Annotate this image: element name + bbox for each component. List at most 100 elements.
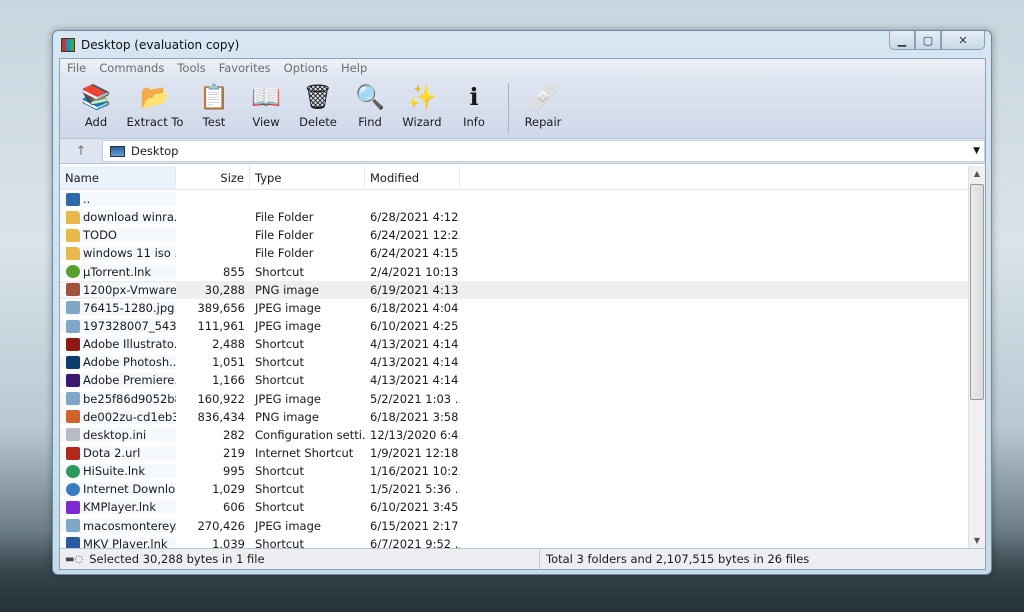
up-arrow-button[interactable]: ↑ (60, 144, 102, 159)
ini-icon (66, 428, 80, 442)
file-row[interactable]: Internet Downlo... 1,029 Shortcut 1/5/20… (60, 480, 985, 498)
file-type: JPEG image (255, 300, 321, 315)
file-row[interactable]: HiSuite.lnk 995 Shortcut 1/16/2021 10:2.… (60, 462, 985, 480)
delete-button[interactable]: 🗑 Delete (294, 77, 342, 129)
close-button[interactable]: ✕ (941, 31, 985, 50)
file-size: 606 (223, 500, 245, 515)
window-title: Desktop (evaluation copy) (81, 38, 240, 52)
file-size: 995 (223, 464, 245, 479)
file-size: 160,922 (197, 391, 245, 406)
scrollbar-thumb[interactable] (970, 184, 984, 400)
file-size: 2,488 (212, 337, 245, 352)
status-total: Total 3 folders and 2,107,515 bytes in 2… (546, 552, 810, 566)
trash-icon: 🗑 (302, 83, 334, 111)
column-type[interactable]: Type (250, 166, 365, 189)
file-type: File Folder (255, 228, 314, 243)
file-modified: 6/28/2021 4:12 ... (370, 210, 460, 225)
file-row[interactable]: KMPlayer.lnk 606 Shortcut 6/10/2021 3:45… (60, 498, 985, 516)
menu-tools[interactable]: Tools (177, 61, 205, 75)
extract-folder-icon: 📂 (140, 83, 170, 111)
file-type: Shortcut (255, 482, 304, 497)
repair-icon: 🩹 (528, 83, 558, 111)
file-type: JPEG image (255, 319, 321, 334)
button-label: Delete (299, 115, 337, 129)
file-name: be25f86d9052b8... (83, 391, 176, 406)
file-type: PNG image (255, 409, 319, 424)
file-row[interactable]: desktop.ini 282 Configuration setti... 1… (60, 426, 985, 444)
button-label: Wizard (402, 115, 442, 129)
file-row[interactable]: Dota 2.url 219 Internet Shortcut 1/9/202… (60, 444, 985, 462)
menu-bar: File Commands Tools Favorites Options Help (60, 59, 985, 77)
scroll-up-arrow[interactable]: ▲ (969, 169, 985, 178)
file-row[interactable]: be25f86d9052b8... 160,922 JPEG image 5/2… (60, 390, 985, 408)
file-row[interactable]: .. (60, 190, 985, 208)
extract-to-button[interactable]: 📂 Extract To (124, 77, 186, 129)
add-button[interactable]: 📚 Add (72, 77, 120, 129)
maximize-button[interactable]: ▢ (915, 31, 941, 50)
menu-help[interactable]: Help (341, 61, 367, 75)
file-modified: 1/16/2021 10:2... (370, 464, 460, 479)
hisuite-icon (66, 464, 80, 478)
wizard-button[interactable]: ✨ Wizard (398, 77, 446, 129)
file-row[interactable]: 1200px-Vmware... 30,288 PNG image 6/19/2… (60, 280, 985, 299)
menu-options[interactable]: Options (284, 61, 328, 75)
view-button[interactable]: 📖 View (242, 77, 290, 129)
file-name: Adobe Premiere... (83, 373, 176, 388)
menu-commands[interactable]: Commands (99, 61, 164, 75)
find-button[interactable]: 🔍 Find (346, 77, 394, 129)
folder-icon (66, 228, 80, 242)
file-row[interactable]: TODO File Folder 6/24/2021 12:2... (60, 226, 985, 244)
file-modified: 6/15/2021 2:17 ... (370, 518, 460, 533)
file-name: 1200px-Vmware... (83, 282, 176, 297)
file-row[interactable]: Adobe Premiere... 1,166 Shortcut 4/13/20… (60, 371, 985, 389)
test-button[interactable]: 📋 Test (190, 77, 238, 129)
file-type: Shortcut (255, 500, 304, 515)
info-button[interactable]: ℹ Info (450, 77, 498, 129)
column-size[interactable]: Size (176, 166, 250, 189)
file-modified: 4/13/2021 4:14 ... (370, 373, 460, 388)
file-row[interactable]: Adobe Photosh... 1,051 Shortcut 4/13/202… (60, 353, 985, 371)
scroll-down-arrow[interactable]: ▼ (969, 536, 985, 545)
file-type: Shortcut (255, 264, 304, 279)
file-row[interactable]: download winra... File Folder 6/28/2021 … (60, 208, 985, 226)
mkv-icon (66, 537, 80, 548)
file-size: 389,656 (197, 300, 245, 315)
file-modified: 4/13/2021 4:14 ... (370, 355, 460, 370)
minimize-button[interactable]: ▁ (889, 31, 915, 50)
toolbar: 📚 Add 📂 Extract To 📋 Test 📖 View 🗑 Delete 🔍 Find ✨ Wi… (60, 77, 985, 139)
file-type: File Folder (255, 246, 314, 261)
file-row[interactable]: windows 11 iso ... File Folder 6/24/2021… (60, 244, 985, 262)
dropdown-arrow-icon[interactable]: ▼ (973, 146, 980, 156)
file-name: windows 11 iso ... (83, 246, 176, 261)
file-type: PNG image (255, 282, 319, 297)
button-label: Test (202, 115, 226, 129)
column-modified[interactable]: Modified (365, 166, 460, 189)
file-size: 219 (223, 446, 245, 461)
utorrent-icon (66, 265, 80, 279)
file-type: File Folder (255, 210, 314, 225)
jpeg-icon (66, 519, 80, 533)
repair-button[interactable]: 🩹 Repair (519, 77, 567, 129)
file-row[interactable]: µTorrent.lnk 855 Shortcut 2/4/2021 10:13… (60, 263, 985, 281)
file-row[interactable]: 76415-1280.jpg 389,656 JPEG image 6/18/2… (60, 299, 985, 317)
path-combobox[interactable]: Desktop ▼ (102, 140, 985, 162)
magic-wand-icon: ✨ (407, 83, 437, 111)
vertical-scrollbar[interactable]: ▲ ▼ (968, 166, 985, 548)
button-label: Repair (524, 115, 562, 129)
menu-favorites[interactable]: Favorites (219, 61, 271, 75)
file-name: .. (83, 192, 91, 207)
file-row[interactable]: Adobe Illustrato... 2,488 Shortcut 4/13/… (60, 335, 985, 353)
file-row[interactable]: macosmonterey... 270,426 JPEG image 6/15… (60, 517, 985, 535)
drive-key-icon: ▬◌ (65, 553, 84, 565)
file-modified: 6/18/2021 4:04 ... (370, 300, 460, 315)
folder-icon (66, 246, 80, 260)
column-name[interactable]: Name (60, 166, 176, 189)
file-row[interactable]: de002zu-cd1eb3... 836,434 PNG image 6/18… (60, 408, 985, 426)
file-type: Shortcut (255, 373, 304, 388)
file-row[interactable]: MKV Player.lnk 1,039 Shortcut 6/7/2021 9… (60, 535, 985, 548)
jpeg-icon (66, 392, 80, 406)
title-bar: Desktop (evaluation copy) (61, 36, 239, 54)
menu-file[interactable]: File (67, 61, 86, 75)
file-modified: 6/7/2021 9:52 ... (370, 536, 460, 548)
file-row[interactable]: 197328007_5439... 111,961 JPEG image 6/1… (60, 317, 985, 335)
